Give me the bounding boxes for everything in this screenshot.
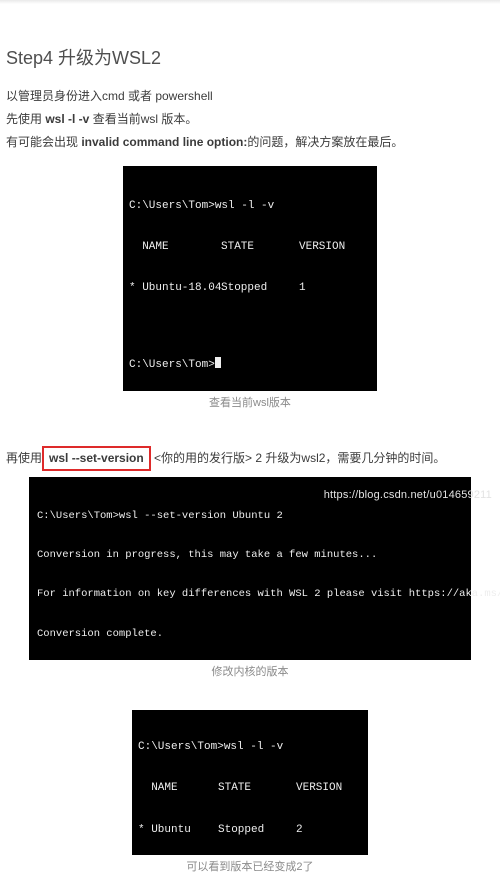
cmd-set-version-box: wsl --set-version <box>42 446 151 471</box>
term1-r-name: * Ubuntu-18.04 <box>129 282 221 296</box>
watermark: https://blog.csdn.net/u014659211 <box>324 487 492 505</box>
caption-3: 可以看到版本已经变成2了 <box>0 859 500 877</box>
term3-h-state: STATE <box>218 782 296 796</box>
term3-row: * Ubuntu Stopped 2 <box>138 824 362 838</box>
intro-line-3: 有可能会出现 invalid command line option:的问题，解… <box>6 133 500 152</box>
intro-2c: 查看当前wsl 版本。 <box>89 112 197 126</box>
term3-r-ver: 2 <box>296 824 356 838</box>
term3-prompt: C:\Users\Tom> <box>138 741 224 753</box>
term1-r-ver: 1 <box>299 282 359 296</box>
term3-r-name: * Ubuntu <box>138 824 218 838</box>
terminal-block-1: C:\Users\Tom>wsl -l -v NAME STATE VERSIO… <box>123 166 377 390</box>
term1-prompt: C:\Users\Tom> <box>129 200 215 212</box>
top-fade <box>0 0 500 4</box>
terminal-block-3: C:\Users\Tom>wsl -l -v NAME STATE VERSIO… <box>132 710 368 856</box>
term2-l2: Conversion in progress, this may take a … <box>37 549 463 562</box>
term1-cmd: wsl -l -v <box>215 200 274 212</box>
setver-pre: 再使用 <box>6 451 42 465</box>
cursor-icon <box>215 357 221 368</box>
term3-line1: C:\Users\Tom>wsl -l -v <box>138 741 362 755</box>
intro-2a: 先使用 <box>6 112 45 126</box>
setver-mid: <你的用的发行版> 2 升级为wsl2，需要几分钟的时间。 <box>151 451 446 465</box>
term2-l1: C:\Users\Tom>wsl --set-version Ubuntu 2 <box>37 510 463 523</box>
step-heading: Step4 升级为WSL2 <box>6 44 500 73</box>
term1-row: * Ubuntu-18.04 Stopped 1 <box>129 282 371 296</box>
err-msg: invalid command line option: <box>81 135 247 149</box>
term3-r-state: Stopped <box>218 824 296 838</box>
term1-h-ver: VERSION <box>299 241 359 255</box>
term1-h-name: NAME <box>129 241 221 255</box>
intro-line-2: 先使用 wsl -l -v 查看当前wsl 版本。 <box>6 110 500 129</box>
term3-h-ver: VERSION <box>296 782 356 796</box>
term3-cmd: wsl -l -v <box>224 741 283 753</box>
spacer <box>0 412 500 446</box>
caption-2: 修改内核的版本 <box>0 664 500 682</box>
term1-prompt2-line: C:\Users\Tom> <box>129 357 371 373</box>
term1-prompt2: C:\Users\Tom> <box>129 359 215 371</box>
intro-line-1: 以管理员身份进入cmd 或者 powershell <box>6 87 500 106</box>
term1-line1: C:\Users\Tom>wsl -l -v <box>129 200 371 214</box>
term1-h-state: STATE <box>221 241 299 255</box>
term1-r-state: Stopped <box>221 282 299 296</box>
term1-header: NAME STATE VERSION <box>129 241 371 255</box>
term3-header: NAME STATE VERSION <box>138 782 362 796</box>
setver-line: 再使用wsl --set-version <你的用的发行版> 2 升级为wsl2… <box>6 446 500 471</box>
caption-1: 查看当前wsl版本 <box>0 395 500 413</box>
intro-3a: 有可能会出现 <box>6 135 81 149</box>
term2-l3: For information on key differences with … <box>37 588 463 601</box>
intro-3c: 的问题，解决方案放在最后。 <box>247 135 403 149</box>
cmd-wsl-lv: wsl -l -v <box>45 112 89 126</box>
gap <box>129 324 371 330</box>
term2-l4: Conversion complete. <box>37 628 463 641</box>
term3-h-name: NAME <box>138 782 218 796</box>
